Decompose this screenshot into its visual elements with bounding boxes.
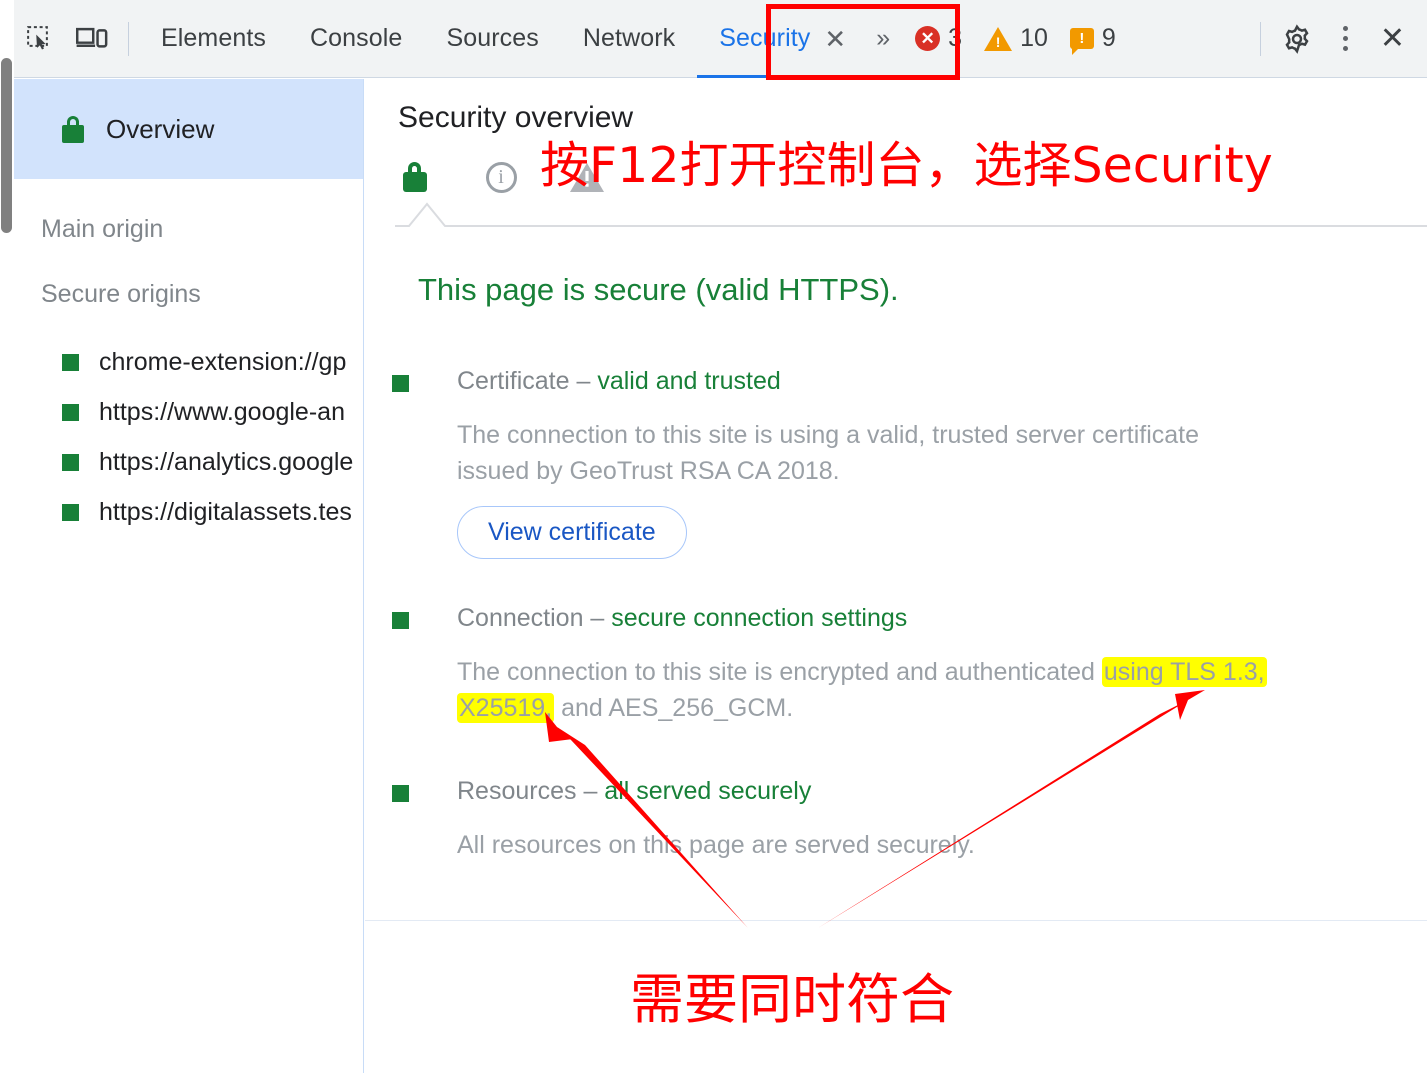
selected-state-pointer (395, 202, 1427, 227)
kebab-menu-icon[interactable] (1323, 26, 1368, 51)
tab-console-label: Console (310, 24, 403, 52)
secure-state-icon (62, 403, 79, 421)
warning-counter[interactable]: 10 (976, 24, 1056, 53)
section-certificate-body: The connection to this site is using a v… (457, 421, 1200, 485)
section-certificate-value: valid and trusted (597, 367, 781, 395)
secure-state-icon (62, 453, 79, 471)
section-certificate: Certificate – valid and trusted The conn… (392, 367, 1402, 559)
tab-security-close-icon[interactable]: ✕ (824, 26, 846, 52)
section-resources-body: All resources on this page are served se… (457, 831, 975, 859)
sidebar-item-overview-label: Overview (106, 113, 215, 144)
list-item[interactable]: https://digitalassets.tes (14, 487, 363, 537)
connection-body-part2: and AES_256_GCM. (554, 693, 794, 722)
secure-state-icon (62, 353, 79, 371)
inspect-element-icon[interactable] (14, 10, 66, 68)
warning-triangle-icon (984, 26, 1013, 51)
list-item[interactable]: https://analytics.google (14, 437, 363, 487)
connection-body-part1: The connection to this site is encrypted… (457, 658, 1102, 686)
tab-console[interactable]: Console (288, 0, 424, 78)
origin-label: https://digitalassets.tes (99, 497, 352, 526)
secure-state-icon (392, 612, 409, 629)
tab-network-label: Network (582, 24, 676, 52)
tab-security-label: Security (719, 24, 811, 52)
page-scrollbar-track[interactable] (0, 0, 14, 1073)
secure-state-icon (62, 503, 79, 521)
sidebar-item-overview[interactable]: Overview (14, 79, 363, 179)
security-summary: This page is secure (valid HTTPS). (418, 272, 899, 307)
issue-counters: ✕ 3 10 ! 9 (907, 24, 1124, 55)
more-tabs-chevron-icon[interactable]: » (868, 24, 895, 53)
section-certificate-prefix: Certificate – (457, 367, 598, 395)
info-counter[interactable]: ! 9 (1062, 24, 1124, 55)
section-divider (365, 920, 1427, 921)
highlight-key-exchange: X25519, (457, 692, 555, 723)
error-circle-icon: ✕ (915, 26, 941, 51)
secure-lock-icon[interactable] (395, 157, 435, 197)
device-toolbar-icon[interactable] (66, 10, 118, 68)
section-connection-prefix: Connection – (457, 604, 612, 632)
tab-sources[interactable]: Sources (424, 0, 560, 78)
gear-icon[interactable] (1271, 10, 1323, 68)
info-message-icon: ! (1069, 28, 1094, 55)
section-resources: Resources – all served securely All reso… (392, 777, 1402, 864)
tab-active-underline (697, 74, 869, 78)
secure-state-icon (392, 375, 409, 392)
tab-security[interactable]: Security ✕ (697, 0, 869, 78)
annotation-top-note: 按F12打开控制台，选择Security (540, 137, 1273, 194)
sidebar-heading-main-origin: Main origin (41, 215, 164, 243)
origin-label: https://www.google-an (99, 397, 345, 426)
page-scrollbar-thumb[interactable] (1, 58, 12, 233)
list-item[interactable]: https://www.google-an (14, 387, 363, 437)
section-certificate-title: Certificate – valid and trusted (457, 367, 1402, 396)
devtools-toolbar: Elements Console Sources Network Securit… (14, 0, 1427, 78)
tab-elements-label: Elements (161, 24, 267, 52)
toolbar-divider (128, 21, 129, 56)
error-count: 3 (948, 24, 963, 52)
green-lock-icon (62, 115, 84, 143)
close-devtools-icon[interactable]: ✕ (1368, 21, 1417, 56)
list-item[interactable]: chrome-extension://gp (14, 337, 363, 387)
sidebar-heading-secure-origins: Secure origins (41, 280, 201, 308)
tab-elements[interactable]: Elements (139, 0, 288, 78)
view-certificate-button[interactable]: View certificate (457, 506, 687, 559)
toolbar-divider-right (1259, 21, 1261, 56)
section-resources-value: all served securely (604, 777, 812, 805)
origin-label: https://analytics.google (99, 447, 354, 476)
security-sidebar: Overview Main origin Secure origins chro… (14, 79, 364, 1073)
section-connection-body: The connection to this site is encrypted… (457, 655, 1367, 726)
origin-label: chrome-extension://gp (99, 347, 347, 376)
error-counter[interactable]: ✕ 3 (907, 24, 970, 53)
section-connection-title: Connection – secure connection settings (457, 604, 1402, 633)
secure-state-icon (392, 785, 409, 802)
warning-count: 10 (1020, 24, 1048, 52)
annotation-bottom-note: 需要同时符合 (630, 968, 954, 1031)
highlight-tls-version: using TLS 1.3, (1101, 657, 1267, 687)
devtools-window: Elements Console Sources Network Securit… (0, 0, 1427, 1073)
section-resources-prefix: Resources – (457, 777, 605, 805)
section-resources-title: Resources – all served securely (457, 777, 1402, 806)
security-main-panel: Security overview i This page is secure … (365, 79, 1427, 1073)
section-connection-value: secure connection settings (611, 604, 908, 632)
info-circle-icon[interactable]: i (481, 157, 521, 197)
info-count: 9 (1101, 24, 1116, 52)
section-connection: Connection – secure connection settings … (392, 604, 1402, 726)
tab-sources-label: Sources (446, 24, 539, 52)
tab-network[interactable]: Network (561, 0, 697, 78)
secure-origin-list: chrome-extension://gp https://www.google… (14, 337, 363, 537)
